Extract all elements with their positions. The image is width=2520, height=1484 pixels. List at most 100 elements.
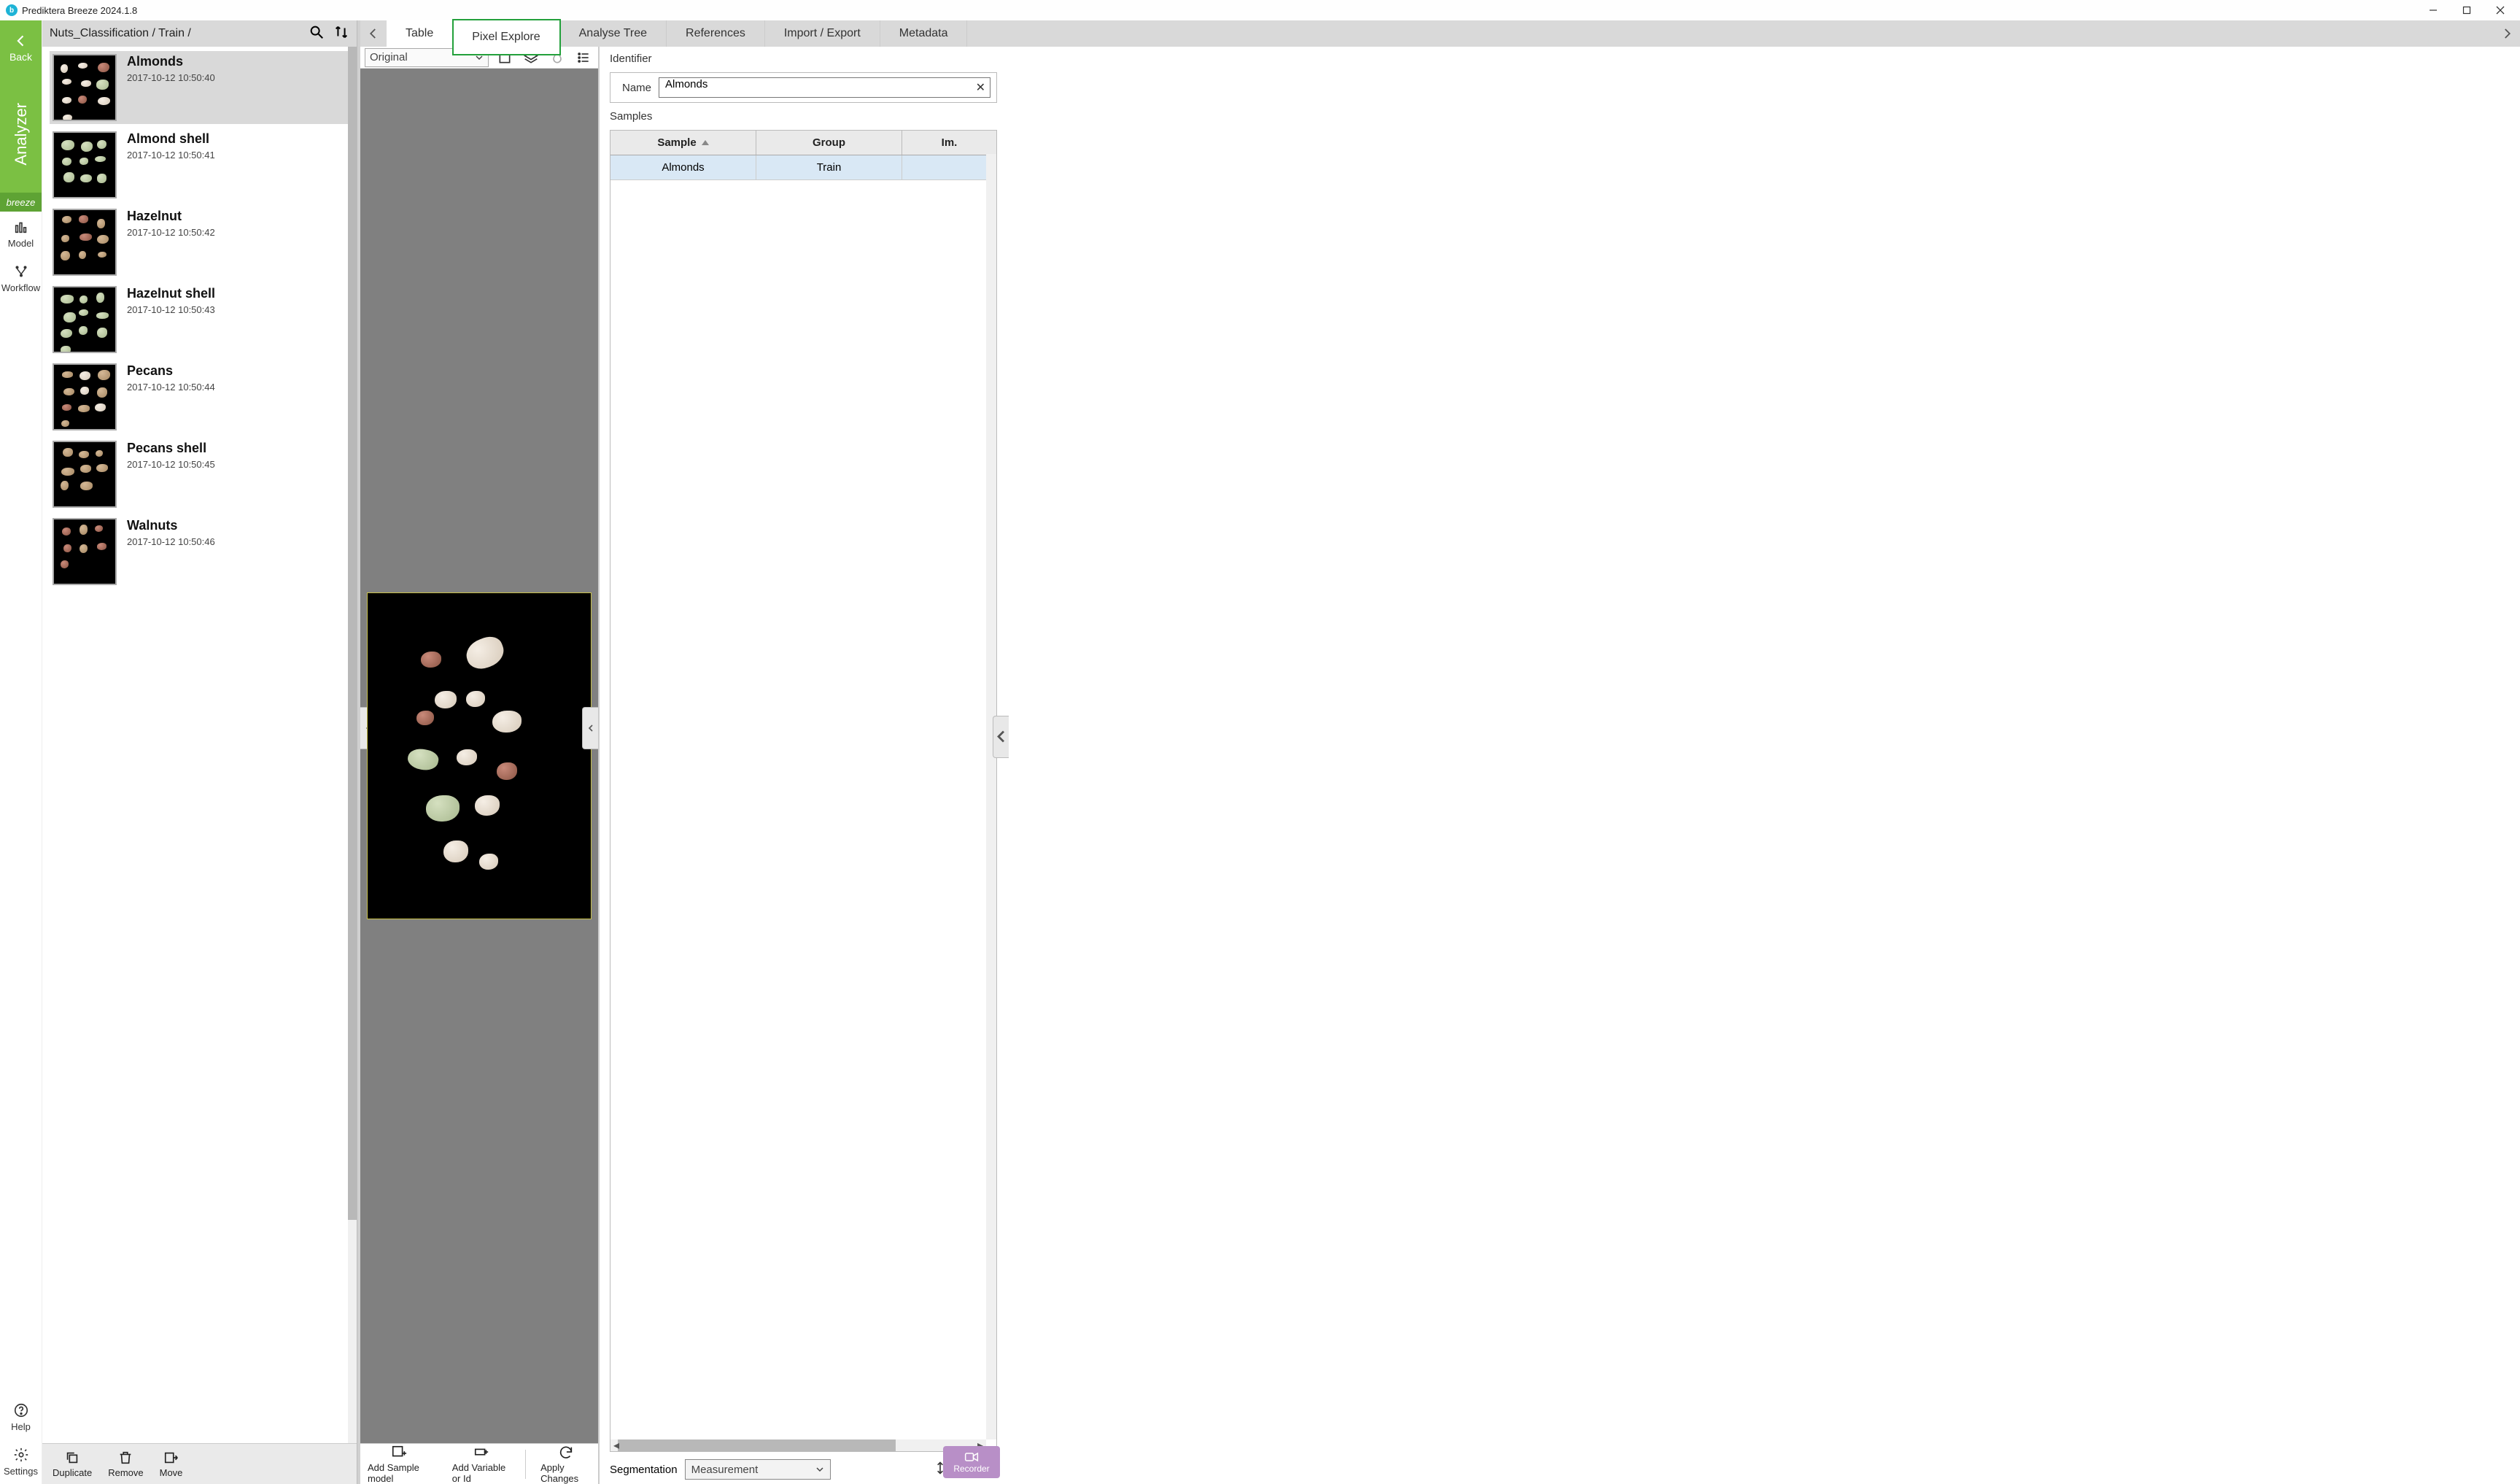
sample-timestamp: 2017-10-12 10:50:43 xyxy=(127,304,215,315)
sample-item[interactable]: Hazelnut 2017-10-12 10:50:42 xyxy=(50,206,357,279)
remove-label: Remove xyxy=(108,1467,143,1478)
expand-right-icon[interactable] xyxy=(582,707,598,749)
sample-item[interactable]: Almonds 2017-10-12 10:50:40 xyxy=(50,51,357,124)
add-variable-button[interactable]: Add Variable or Id xyxy=(445,1445,519,1484)
image-area[interactable] xyxy=(360,69,598,1443)
samples-table: Sample Group Im. Almonds Train xyxy=(610,130,997,1452)
center-bottom-toolbar: Add Sample model Add Variable or Id Appl… xyxy=(360,1443,598,1484)
duplicate-label: Duplicate xyxy=(53,1467,92,1478)
breeze-button[interactable]: breeze xyxy=(0,193,42,212)
sample-title: Almonds xyxy=(127,54,215,69)
segmentation-combo[interactable]: Measurement xyxy=(685,1459,831,1480)
window-title: Prediktera Breeze 2024.1.8 xyxy=(22,5,137,16)
sample-timestamp: 2017-10-12 10:50:44 xyxy=(127,382,215,393)
cell-sample: Almonds xyxy=(610,155,756,179)
rail-help[interactable]: Help xyxy=(0,1395,42,1439)
move-button[interactable]: Move xyxy=(160,1450,183,1478)
rail-help-label: Help xyxy=(11,1421,31,1432)
sample-timestamp: 2017-10-12 10:50:42 xyxy=(127,227,215,238)
sample-item[interactable]: Almond shell 2017-10-12 10:50:41 xyxy=(50,128,357,201)
sort-icon[interactable] xyxy=(333,24,349,44)
rail-settings-label: Settings xyxy=(4,1466,38,1477)
sample-item[interactable]: Pecans shell 2017-10-12 10:50:45 xyxy=(50,438,357,511)
list-scrollbar[interactable] xyxy=(348,47,357,1443)
back-button[interactable]: Back xyxy=(0,20,42,76)
table-hscroll[interactable]: ◂ ▸ xyxy=(610,1439,986,1451)
sample-thumbnail xyxy=(53,209,117,276)
sample-title: Pecans shell xyxy=(127,441,215,456)
name-label: Name xyxy=(616,82,651,94)
identifier-label: Identifier xyxy=(610,53,997,65)
add-variable-label: Add Variable or Id xyxy=(452,1462,511,1484)
image-slot xyxy=(367,592,592,919)
sample-item[interactable]: Hazelnut shell2017-10-12 10:50:43 xyxy=(50,283,357,356)
sample-timestamp: 2017-10-12 10:50:41 xyxy=(127,150,215,161)
collapse-right-icon[interactable] xyxy=(993,716,1009,758)
center-panel: Table Pixel Explore Analyse Tree Referen… xyxy=(360,20,2520,1484)
left-bottom-toolbar: Duplicate Remove Move xyxy=(42,1443,357,1484)
sample-item[interactable]: Walnuts 2017-10-12 10:50:46 xyxy=(50,515,357,588)
table-row[interactable]: Almonds Train xyxy=(610,155,996,180)
duplicate-button[interactable]: Duplicate xyxy=(53,1450,92,1478)
tab-scroll-right[interactable] xyxy=(2494,20,2520,47)
sample-title: Walnuts xyxy=(127,518,215,533)
tab-import-export[interactable]: Import / Export xyxy=(765,20,880,47)
breeze-label: breeze xyxy=(7,197,36,208)
add-sample-model-button[interactable]: Add Sample model xyxy=(360,1445,438,1484)
sample-thumbnail xyxy=(53,518,117,585)
sample-title: Pecans xyxy=(127,363,215,379)
name-input[interactable]: Almonds ✕ xyxy=(659,77,990,98)
segmentation-value: Measurement xyxy=(691,1464,759,1476)
list-icon[interactable] xyxy=(573,48,594,67)
sample-title: Hazelnut xyxy=(127,209,215,224)
window-maximize[interactable] xyxy=(2450,0,2484,20)
samples-label: Samples xyxy=(610,110,997,123)
th-sample[interactable]: Sample xyxy=(610,131,756,155)
sample-thumbnail xyxy=(53,441,117,508)
sample-thumbnail xyxy=(53,131,117,198)
apply-changes-button[interactable]: Apply Changes xyxy=(533,1445,598,1484)
table-vscroll[interactable] xyxy=(986,154,996,1439)
search-icon[interactable] xyxy=(309,24,325,44)
tab-references[interactable]: References xyxy=(667,20,765,47)
left-toolbar: Nuts_Classification / Train / xyxy=(42,20,357,47)
hscroll-left-icon[interactable]: ◂ xyxy=(610,1439,622,1451)
cell-image xyxy=(902,155,996,179)
tab-table[interactable]: Table xyxy=(387,20,453,47)
add-sample-label: Add Sample model xyxy=(368,1462,430,1484)
window-close[interactable] xyxy=(2484,0,2517,20)
sample-item[interactable]: Pecans 2017-10-12 10:50:44 xyxy=(50,360,357,433)
th-group[interactable]: Group xyxy=(756,131,902,155)
rail-workflow[interactable]: Workflow xyxy=(0,256,42,301)
right-panel: Identifier Name Almonds ✕ Samples Sample… xyxy=(599,47,1007,1484)
tab-analyse-tree[interactable]: Analyse Tree xyxy=(560,20,667,47)
tab-pixel-explore[interactable]: Pixel Explore xyxy=(453,20,559,55)
segmentation-label: Segmentation xyxy=(610,1464,678,1476)
titlebar: b Prediktera Breeze 2024.1.8 xyxy=(0,0,2520,20)
name-row: Name Almonds ✕ xyxy=(610,72,997,103)
recorder-button[interactable]: Recorder xyxy=(943,1446,1000,1478)
name-value: Almonds xyxy=(665,78,707,90)
sample-timestamp: 2017-10-12 10:50:46 xyxy=(127,536,215,547)
apply-label: Apply Changes xyxy=(540,1462,591,1484)
rail-model[interactable]: Model xyxy=(0,212,42,256)
cell-group: Train xyxy=(756,155,902,179)
analyzer-label: Analyzer xyxy=(12,103,31,166)
window-minimize[interactable] xyxy=(2416,0,2450,20)
th-image[interactable]: Im. xyxy=(902,131,996,155)
remove-button[interactable]: Remove xyxy=(108,1450,143,1478)
sample-timestamp: 2017-10-12 10:50:45 xyxy=(127,459,215,470)
sample-thumbnail xyxy=(53,286,117,353)
sample-title: Almond shell xyxy=(127,131,215,147)
view-mode-value: Original xyxy=(370,51,408,63)
tab-scroll-left[interactable] xyxy=(360,20,387,47)
sample-list: Almonds 2017-10-12 10:50:40 Almond shell 20… xyxy=(42,47,357,1443)
clear-icon[interactable]: ✕ xyxy=(976,80,985,95)
analyzer-button[interactable]: Analyzer xyxy=(0,76,42,193)
rail-model-label: Model xyxy=(8,238,34,249)
sample-timestamp: 2017-10-12 10:50:40 xyxy=(127,72,215,83)
app-icon: b xyxy=(6,4,18,16)
back-label: Back xyxy=(9,51,32,63)
tab-metadata[interactable]: Metadata xyxy=(880,20,968,47)
rail-settings[interactable]: Settings xyxy=(0,1439,42,1484)
